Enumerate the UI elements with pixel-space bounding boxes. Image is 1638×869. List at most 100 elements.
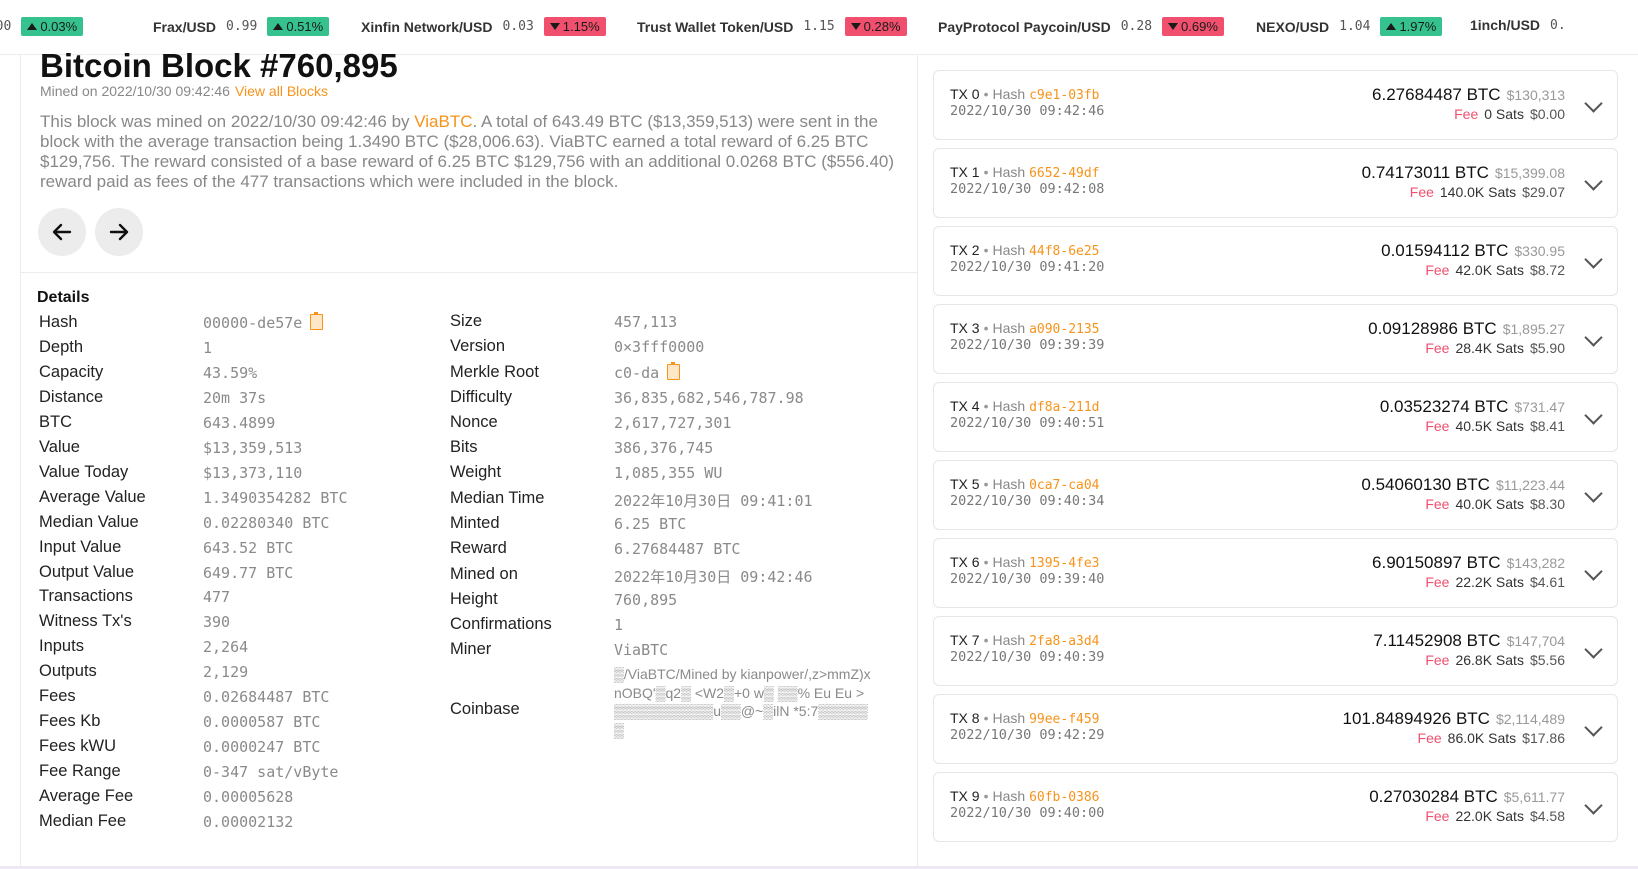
- chevron-down-icon[interactable]: [1584, 250, 1603, 269]
- detail-value: 1: [203, 339, 212, 357]
- tx-date: 2022/10/30 09:41:20: [950, 259, 1105, 275]
- transaction-card[interactable]: TX 8 • Hash 99ee-f459 2022/10/30 09:42:29 10…: [933, 694, 1618, 764]
- miner-link[interactable]: ViaBTC: [414, 112, 472, 131]
- tx-index: TX 1: [950, 164, 980, 180]
- detail-key: Median Value: [39, 513, 139, 531]
- tx-hash-link[interactable]: 2fa8-a3d4: [1029, 634, 1099, 649]
- tx-hash-link[interactable]: 44f8-6e25: [1029, 244, 1099, 259]
- detail-key: Value: [39, 438, 80, 456]
- fee-label: Fee: [1425, 262, 1450, 278]
- tx-hash-link[interactable]: df8a-211d: [1029, 400, 1099, 415]
- chevron-down-icon[interactable]: [1584, 172, 1603, 191]
- fee-sats: 140.0K Sats: [1439, 184, 1517, 200]
- ticker-item[interactable]: NEXO/USD 1.04 1.97%: [1256, 17, 1443, 36]
- detail-value: 390: [203, 613, 230, 631]
- tx-fee: Fee 22.0K Sats $4.58: [1425, 808, 1565, 824]
- tx-btc: 6.90150897 BTC: [1372, 553, 1501, 572]
- ticker-item[interactable]: Frax/USD 0.99 0.51%: [153, 17, 330, 36]
- caret-up-icon: [1386, 23, 1397, 30]
- chevron-down-icon[interactable]: [1584, 718, 1603, 737]
- ticker-item[interactable]: Trust Wallet Token/USD 1.15 0.28%: [637, 17, 907, 36]
- ticker-item[interactable]: 1.00 0.03%: [0, 17, 84, 36]
- detail-key: Size: [450, 312, 483, 330]
- fee-sats: 86.0K Sats: [1447, 730, 1517, 746]
- tx-usd: $731.47: [1514, 399, 1565, 415]
- ticker-change: 1.97%: [1399, 19, 1437, 34]
- transaction-card[interactable]: TX 4 • Hash df8a-211d 2022/10/30 09:40:51 0.…: [933, 382, 1618, 452]
- detail-key: Value Today: [39, 463, 129, 481]
- fee-usd: $8.72: [1529, 262, 1565, 278]
- transaction-card[interactable]: TX 1 • Hash 6652-49df 2022/10/30 09:42:08 0.…: [933, 148, 1618, 218]
- detail-key: Confirmations: [450, 615, 552, 633]
- tx-date: 2022/10/30 09:42:08: [950, 181, 1105, 197]
- transaction-card[interactable]: TX 7 • Hash 2fa8-a3d4 2022/10/30 09:40:39 7.…: [933, 616, 1618, 686]
- detail-value: 0.00002132: [203, 813, 293, 831]
- caret-up-icon: [27, 23, 38, 30]
- next-block-button[interactable]: [95, 208, 143, 256]
- detail-key: Hash: [39, 313, 78, 331]
- detail-value-text: $13,373,110: [203, 464, 303, 482]
- hash-label: Hash: [992, 554, 1026, 570]
- detail-value: 0.0000247 BTC: [203, 738, 320, 756]
- detail-value: 43.59%: [203, 364, 257, 382]
- detail-value-text: 390: [203, 613, 231, 631]
- tx-usd: $2,114,489: [1495, 711, 1565, 727]
- detail-value: 0-347 sat/vByte: [203, 763, 338, 781]
- view-all-blocks-link[interactable]: View all Blocks: [235, 83, 328, 99]
- tx-amount: 0.09128986 BTC $1,895.27: [1368, 319, 1565, 339]
- detail-value-text: 0-347 sat/vByte: [203, 763, 339, 781]
- tx-date: 2022/10/30 09:40:34: [950, 493, 1105, 509]
- ticker-item[interactable]: 1inch/USD 0.: [1470, 17, 1576, 33]
- previous-block-button[interactable]: [38, 208, 86, 256]
- fee-usd: $4.61: [1529, 574, 1565, 590]
- tx-hash-link[interactable]: 6652-49df: [1029, 166, 1099, 181]
- chevron-down-icon[interactable]: [1584, 562, 1603, 581]
- chevron-down-icon[interactable]: [1584, 484, 1603, 503]
- detail-value: 2,617,727,301: [614, 414, 731, 432]
- tx-btc: 101.84894926 BTC: [1342, 709, 1490, 728]
- detail-value: $13,359,513: [203, 439, 302, 457]
- detail-key: BTC: [39, 413, 72, 431]
- tx-fee: Fee 42.0K Sats $8.72: [1425, 262, 1565, 278]
- transaction-card[interactable]: TX 5 • Hash 0ca7-ca04 2022/10/30 09:40:34 0.…: [933, 460, 1618, 530]
- transaction-card[interactable]: TX 0 • Hash c9e1-03fb 2022/10/30 09:42:46 6.…: [933, 70, 1618, 140]
- detail-value: 477: [203, 588, 230, 606]
- detail-value-text: 2022年10月30日 09:42:46: [614, 568, 813, 586]
- detail-value: 649.77 BTC: [203, 564, 293, 582]
- ticker-item[interactable]: PayProtocol Paycoin/USD 0.28 0.69%: [938, 17, 1224, 36]
- chevron-down-icon[interactable]: [1584, 94, 1603, 113]
- copy-icon[interactable]: [667, 362, 681, 380]
- tx-btc: 0.09128986 BTC: [1368, 319, 1497, 338]
- detail-key: Version: [450, 337, 506, 355]
- detail-value-text: 2,129: [203, 663, 249, 681]
- tx-hash-link[interactable]: 60fb-0386: [1029, 790, 1099, 805]
- tx-hash-link[interactable]: 99ee-f459: [1029, 712, 1099, 727]
- tx-hash-link[interactable]: 0ca7-ca04: [1029, 478, 1099, 493]
- transaction-card[interactable]: TX 3 • Hash a090-2135 2022/10/30 09:39:39 0.…: [933, 304, 1618, 374]
- detail-key: Median Time: [450, 489, 545, 507]
- tx-fee: Fee 86.0K Sats $17.86: [1418, 730, 1565, 746]
- coinbase-key: Coinbase: [450, 700, 520, 718]
- chevron-down-icon[interactable]: [1584, 406, 1603, 425]
- detail-value: 760,895: [614, 591, 677, 609]
- hash-label: Hash: [992, 632, 1026, 648]
- chevron-down-icon[interactable]: [1584, 640, 1603, 659]
- transaction-card[interactable]: TX 9 • Hash 60fb-0386 2022/10/30 09:40:00 0.…: [933, 772, 1618, 842]
- transaction-card[interactable]: TX 2 • Hash 44f8-6e25 2022/10/30 09:41:20 0.…: [933, 226, 1618, 296]
- tx-fee: Fee 40.0K Sats $8.30: [1425, 496, 1565, 512]
- tx-hash-link[interactable]: a090-2135: [1029, 322, 1099, 337]
- copy-icon[interactable]: [310, 312, 324, 330]
- tx-index: TX 7: [950, 632, 980, 648]
- transaction-card[interactable]: TX 6 • Hash 1395-4fe3 2022/10/30 09:39:40 6.…: [933, 538, 1618, 608]
- tx-hash-link[interactable]: c9e1-03fb: [1029, 88, 1099, 103]
- mined-on-line: Mined on 2022/10/30 09:42:46 View all Blo…: [40, 83, 328, 99]
- tx-hash-link[interactable]: 1395-4fe3: [1029, 556, 1099, 571]
- detail-key: Difficulty: [450, 388, 513, 406]
- tx-usd: $15,399.08: [1494, 165, 1565, 181]
- chevron-down-icon[interactable]: [1584, 796, 1603, 815]
- ticker-pair: 1inch/USD: [1470, 17, 1541, 33]
- tx-btc: 0.03523274 BTC: [1379, 397, 1509, 416]
- chevron-down-icon[interactable]: [1584, 328, 1603, 347]
- ticker-price: 0.03: [502, 19, 534, 34]
- ticker-item[interactable]: Xinfin Network/USD 0.03 1.15%: [361, 17, 606, 36]
